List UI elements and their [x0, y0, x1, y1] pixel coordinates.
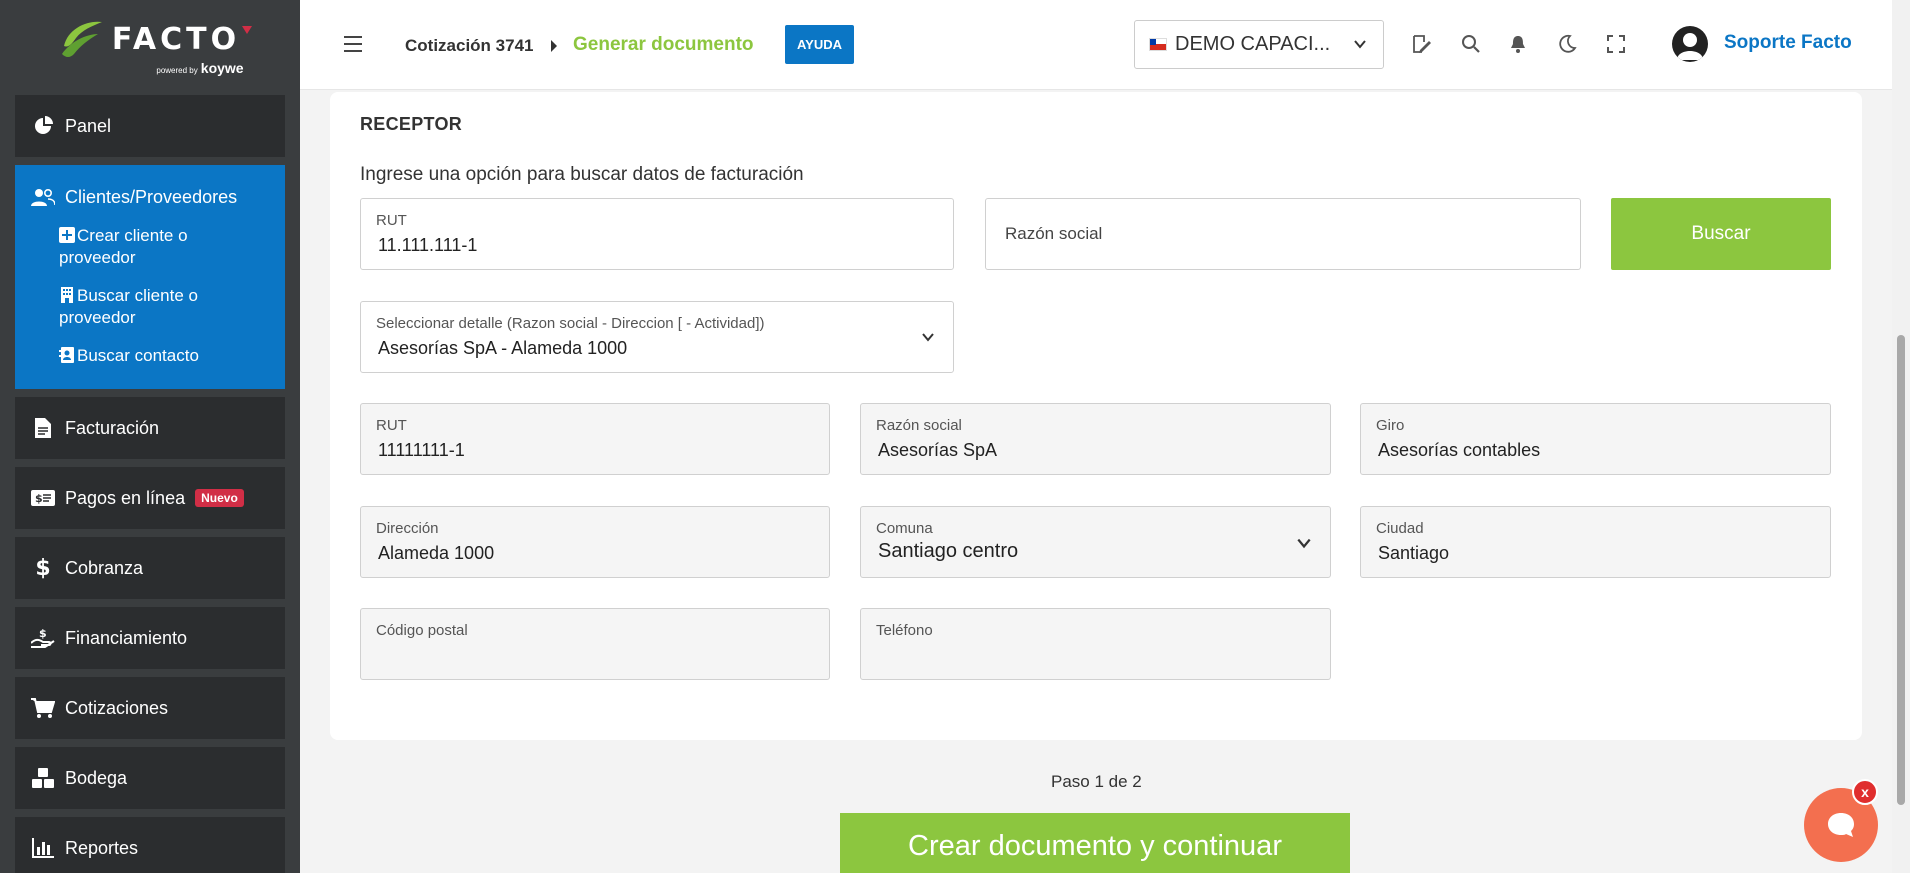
receptor-card: RECEPTOR Ingrese una opción para buscar … [330, 92, 1862, 740]
svg-text:$: $ [39, 627, 47, 640]
sidebar-item-label: Panel [65, 115, 112, 136]
dark-mode-moon-icon[interactable] [1557, 34, 1577, 54]
receptor-title: RECEPTOR [360, 114, 463, 134]
page-scrollbar[interactable] [1892, 0, 1910, 873]
user-name-link[interactable]: Soporte Facto [1724, 32, 1852, 54]
company-name: DEMO CAPACI... [1175, 33, 1331, 55]
telefono-field[interactable]: Teléfono [860, 608, 1331, 680]
sidebar-item-label: Facturación [65, 417, 160, 438]
user-avatar[interactable] [1672, 26, 1708, 62]
sign-document-icon[interactable] [1412, 34, 1432, 54]
search-razon-social-input[interactable]: Razón social [985, 198, 1581, 270]
document-icon [31, 416, 55, 440]
boxes-icon [31, 766, 55, 790]
new-badge: Nuevo [195, 489, 244, 507]
breadcrumb-arrow-icon [551, 40, 557, 52]
sidebar-item-cobranza[interactable]: $ Cobranza [15, 537, 285, 599]
sidebar-item-facturacion[interactable]: Facturación [15, 397, 285, 459]
sidebar-subitem-buscar-cliente[interactable]: Buscar cliente o proveedor [15, 277, 285, 337]
razon-social-field[interactable]: Razón social Asesorías SpA [860, 403, 1331, 475]
company-selector[interactable]: DEMO CAPACI... [1134, 20, 1384, 69]
detail-select[interactable]: Seleccionar detalle (Razon social - Dire… [360, 301, 954, 373]
chat-bubble-icon [1828, 813, 1854, 837]
sidebar-item-label: Pagos en línea [65, 487, 186, 508]
breadcrumb-current: Generar documento [573, 34, 754, 55]
hand-money-icon: $ [31, 626, 55, 650]
search-razon-social-placeholder: Razón social [1005, 224, 1103, 243]
sidebar-item-pagos[interactable]: $ Pagos en línea Nuevo [15, 467, 285, 529]
help-button[interactable]: AYUDA [785, 25, 854, 64]
breadcrumb-quote[interactable]: Cotización 3741 [405, 36, 534, 56]
buscar-button[interactable]: Buscar [1611, 198, 1831, 270]
comuna-select[interactable]: Comuna Santiago centro [860, 506, 1331, 578]
codigo-postal-field[interactable]: Código postal [360, 608, 830, 680]
logo-text: FACTO [111, 21, 241, 57]
dollar-icon: $ [35, 555, 51, 581]
search-icon[interactable] [1461, 34, 1481, 54]
sidebar-item-bodega[interactable]: Bodega [15, 747, 285, 809]
step-indicator: Paso 1 de 2 [1051, 772, 1142, 791]
chile-flag-icon [1149, 38, 1167, 51]
sidebar-item-clientes[interactable]: Clientes/Proveedores [15, 177, 285, 217]
pie-chart-icon [31, 114, 55, 138]
plus-square-icon [59, 227, 75, 243]
create-document-button[interactable]: Crear documento y continuar [840, 813, 1350, 873]
rut-field[interactable]: RUT 11111111-1 [360, 403, 830, 475]
sidebar: FACTO powered by koywe Panel Clientes/Pr… [0, 0, 300, 873]
ciudad-field[interactable]: Ciudad Santiago [1360, 506, 1831, 578]
sidebar-item-label: Cotizaciones [65, 697, 169, 718]
chevron-down-icon [922, 333, 934, 342]
chat-close-button[interactable]: x [1852, 779, 1878, 805]
sidebar-subitem-buscar-contacto[interactable]: Buscar contacto [15, 337, 285, 375]
cart-icon [31, 696, 55, 720]
contact-card-icon [59, 347, 74, 363]
fullscreen-icon[interactable] [1606, 34, 1626, 54]
users-icon [31, 185, 55, 209]
chevron-down-icon [1354, 40, 1366, 49]
giro-field[interactable]: Giro Asesorías contables [1360, 403, 1831, 475]
sidebar-item-label: Bodega [65, 767, 128, 788]
sidebar-item-label: Financiamiento [65, 627, 188, 648]
search-rut-field[interactable]: RUT 11.111.111-1 [360, 198, 954, 270]
scrollbar-thumb[interactable] [1897, 335, 1905, 805]
sidebar-item-label: Reportes [65, 837, 139, 858]
direccion-field[interactable]: Dirección Alameda 1000 [360, 506, 830, 578]
top-bar: Cotización 3741 Generar documento AYUDA … [300, 0, 1892, 90]
facto-leaf-icon [61, 21, 102, 57]
sidebar-subitem-crear-cliente[interactable]: Crear cliente o proveedor [15, 217, 285, 277]
detail-select-value: Asesorías SpA - Alameda 1000 [378, 338, 628, 358]
sidebar-item-financiamiento[interactable]: $ Financiamiento [15, 607, 285, 669]
sidebar-group-clientes: Clientes/Proveedores Crear cliente o pro… [15, 165, 285, 389]
sidebar-item-cotizaciones[interactable]: Cotizaciones [15, 677, 285, 739]
sidebar-item-label: Clientes/Proveedores [65, 186, 238, 207]
sidebar-item-label: Cobranza [65, 557, 144, 578]
money-bill-icon: $ [31, 486, 55, 510]
logo-accent-icon [242, 26, 253, 34]
bar-chart-icon [31, 836, 55, 860]
receptor-instructions: Ingrese una opción para buscar datos de … [360, 164, 804, 185]
search-rut-value: 11.111.111-1 [378, 235, 478, 255]
building-icon [61, 287, 73, 303]
chevron-down-icon [1297, 538, 1311, 549]
sidebar-item-panel[interactable]: Panel [15, 95, 285, 157]
svg-text:$: $ [35, 492, 43, 505]
hamburger-menu-icon[interactable] [344, 36, 362, 52]
sidebar-item-reportes[interactable]: Reportes [15, 817, 285, 873]
logo-powered-by: powered by koywe [156, 60, 244, 76]
facto-logo[interactable]: FACTO powered by koywe [0, 0, 300, 92]
bell-icon[interactable] [1508, 34, 1528, 54]
